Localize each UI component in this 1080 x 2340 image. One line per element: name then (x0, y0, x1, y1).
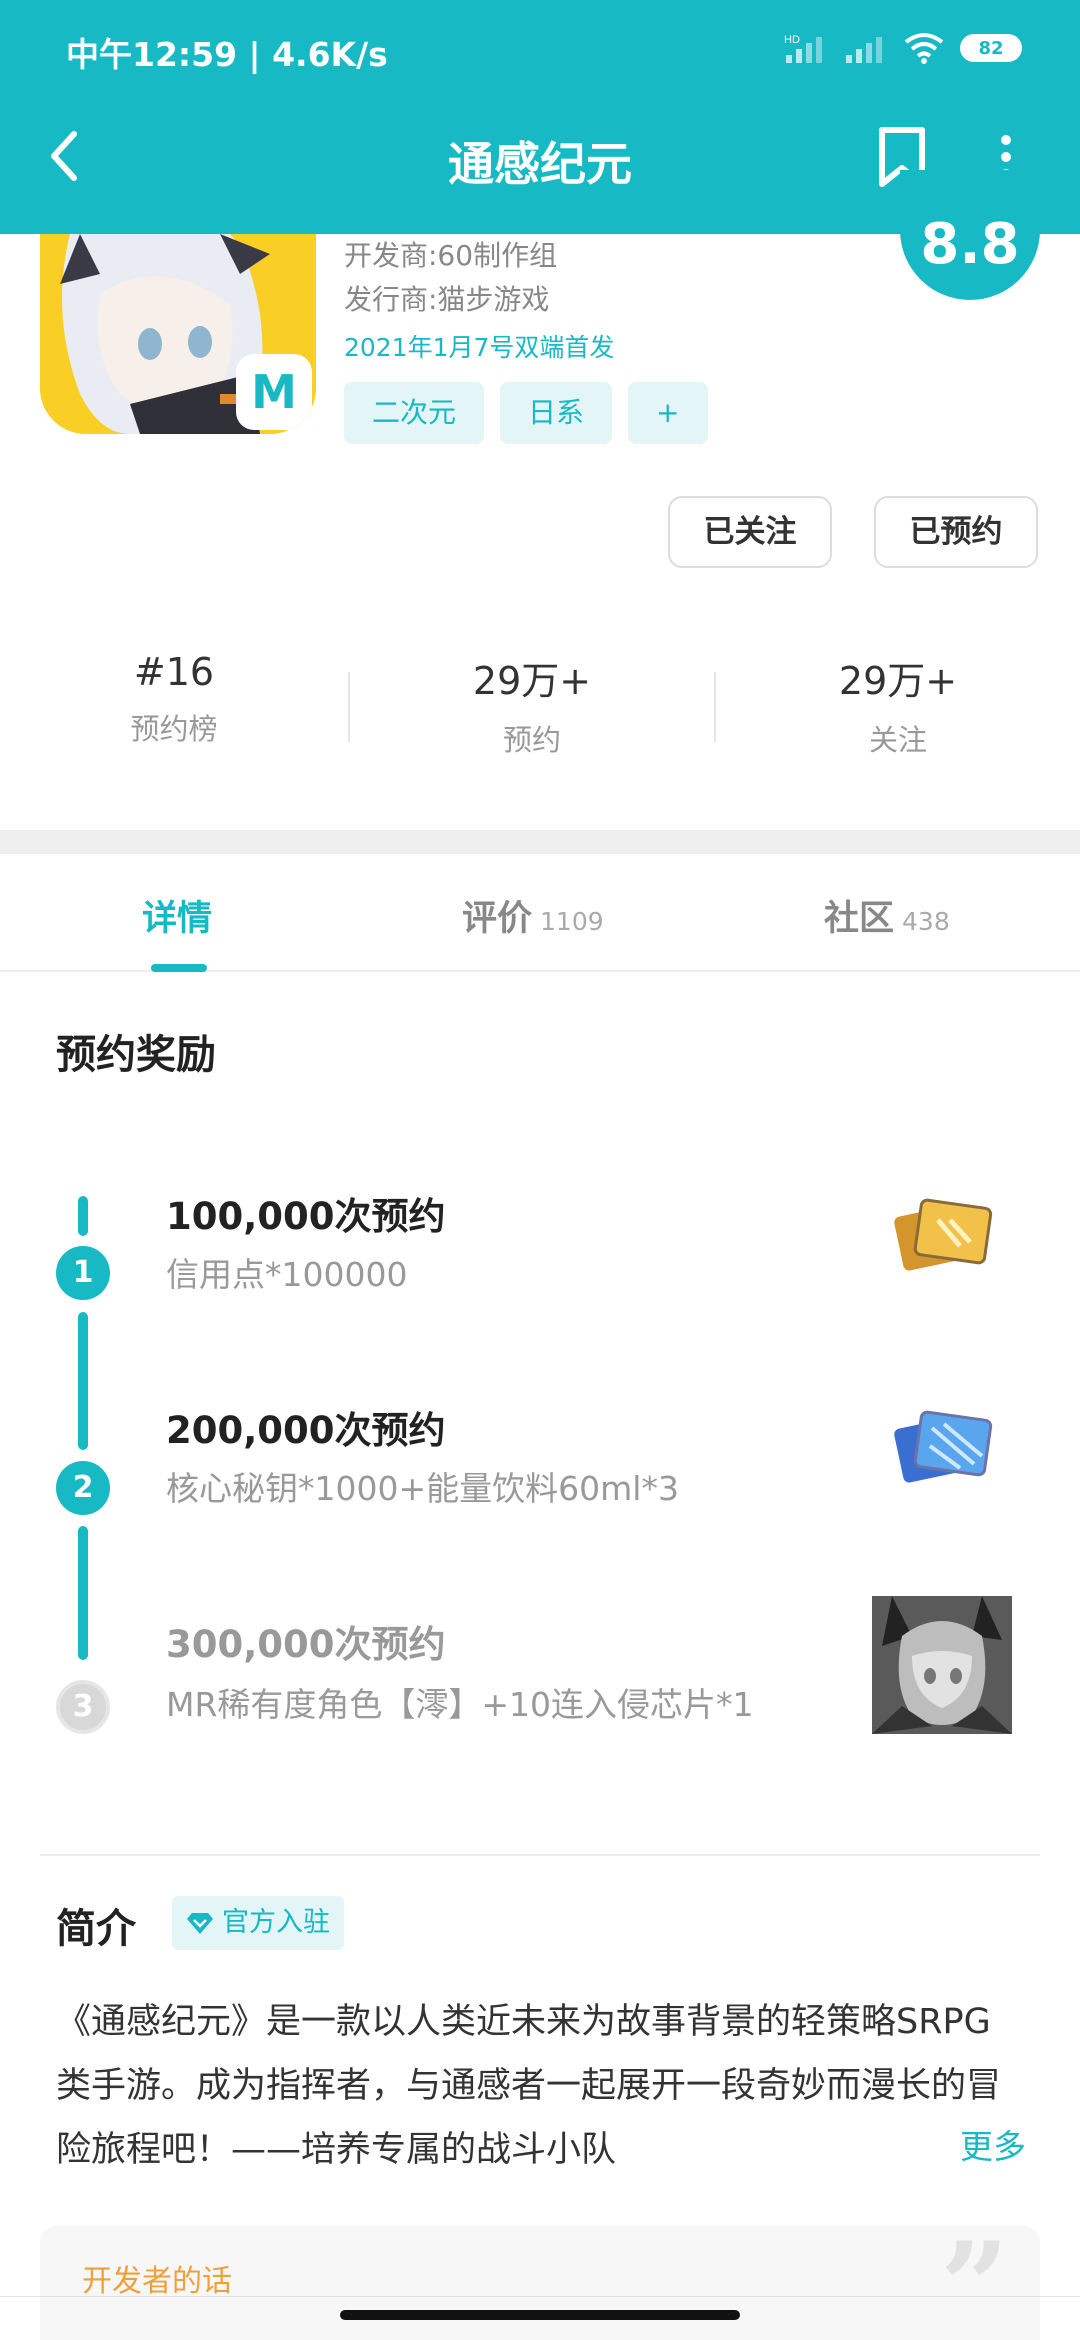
core-key-icon (894, 1410, 993, 1483)
milestone-title: 100,000次预约 (166, 1195, 446, 1238)
milestone-desc: MR稀有度角色【澪】+10连入侵芯片*1 (166, 1685, 754, 1724)
status-icons: HD 82 (784, 32, 1022, 64)
tab-details[interactable]: 详情 (142, 890, 212, 941)
milestone-title: 200,000次预约 (166, 1409, 446, 1452)
stat-label: 预约 (502, 723, 561, 757)
stat-divider (348, 672, 350, 742)
stat-divider (714, 672, 716, 742)
stat-reservations: 29万+ 预约 (382, 650, 682, 759)
milestone-step-2: 2 (56, 1461, 110, 1515)
quote-mark-icon: ” (940, 2226, 1010, 2340)
stat-label: 预约榜 (130, 712, 218, 746)
tab-label: 详情 (142, 899, 213, 939)
developer-words-title: 开发者的话 (82, 2264, 232, 2299)
section-separator (0, 830, 1080, 854)
add-tag-button[interactable]: + (628, 382, 708, 444)
character-portrait-icon (872, 1596, 1012, 1734)
intro-title: 简介 (56, 1906, 136, 1952)
tab-label: 评价 (462, 899, 533, 939)
tag-item[interactable]: 二次元 (344, 382, 485, 444)
tag-item[interactable]: 日系 (500, 382, 613, 444)
follow-button[interactable]: 已关注 (668, 496, 832, 568)
tab-reviews[interactable]: 评价 1109 (462, 890, 604, 941)
milestone-title: 300,000次预约 (166, 1623, 446, 1666)
score-badge: 8.8 (900, 170, 1040, 300)
milestone-desc: 信用点*100000 (166, 1255, 408, 1294)
developer-words-card[interactable]: 开发者的话 ” (40, 2226, 1040, 2340)
more-link[interactable]: 更多 (900, 2120, 1026, 2168)
bottom-divider (0, 2296, 1080, 2297)
official-badge: 官方入驻 (172, 1896, 344, 1950)
tag-list: 二次元 日系 + (344, 382, 708, 444)
timeline-segment (78, 1312, 88, 1450)
diamond-icon (187, 1913, 213, 1934)
tab-label: 社区 (824, 899, 895, 939)
stat-rank[interactable]: #16 预约榜 (24, 650, 324, 748)
tab-community[interactable]: 社区 438 (824, 890, 950, 941)
stat-value: #16 (133, 650, 215, 694)
publisher-label: 发行商:猫步游戏 (344, 283, 550, 316)
stat-value: 29万+ (472, 659, 592, 703)
divider (40, 1854, 1040, 1856)
tab-bar: 详情 评价 1109 社区 438 (0, 854, 1080, 972)
stat-followers: 29万+ 关注 (748, 650, 1048, 759)
milestone-step-1: 1 (56, 1246, 110, 1300)
tab-count: 1109 (540, 907, 604, 936)
release-date: 2021年1月7号双端首发 (344, 333, 615, 362)
timeline-segment (78, 1196, 88, 1236)
wifi-icon (904, 33, 944, 64)
intro-text: 《通感纪元》是一款以人类近未来为故事背景的轻策略SRPG类手游。成为指挥者，与通… (56, 2002, 1002, 2170)
app-icon-badge: M (236, 354, 312, 430)
tab-indicator (151, 964, 207, 972)
app-icon: M (40, 234, 316, 434)
signal-icon (846, 37, 882, 63)
reserve-button[interactable]: 已预约 (874, 496, 1038, 568)
signal-hd-icon: HD (784, 34, 822, 63)
developer-label: 开发商:60制作组 (344, 239, 558, 272)
milestone-step-3: 3 (56, 1680, 110, 1734)
tab-count: 438 (902, 907, 950, 936)
official-badge-label: 官方入驻 (222, 1907, 330, 1938)
stat-value: 29万+ (838, 659, 958, 703)
stat-label: 关注 (868, 723, 927, 757)
timeline-segment (78, 1526, 88, 1660)
status-time: 中午12:59 | 4.6K/s (66, 35, 388, 74)
home-indicator[interactable] (340, 2310, 740, 2320)
status-bar: 中午12:59 | 4.6K/s HD 82 (0, 0, 1080, 100)
battery-indicator: 82 (960, 34, 1022, 62)
milestone-desc: 核心秘钥*1000+能量饮料60ml*3 (166, 1469, 679, 1508)
network-label: HD (784, 34, 800, 46)
rewards-title: 预约奖励 (56, 1032, 216, 1078)
credit-ticket-icon (894, 1198, 993, 1271)
